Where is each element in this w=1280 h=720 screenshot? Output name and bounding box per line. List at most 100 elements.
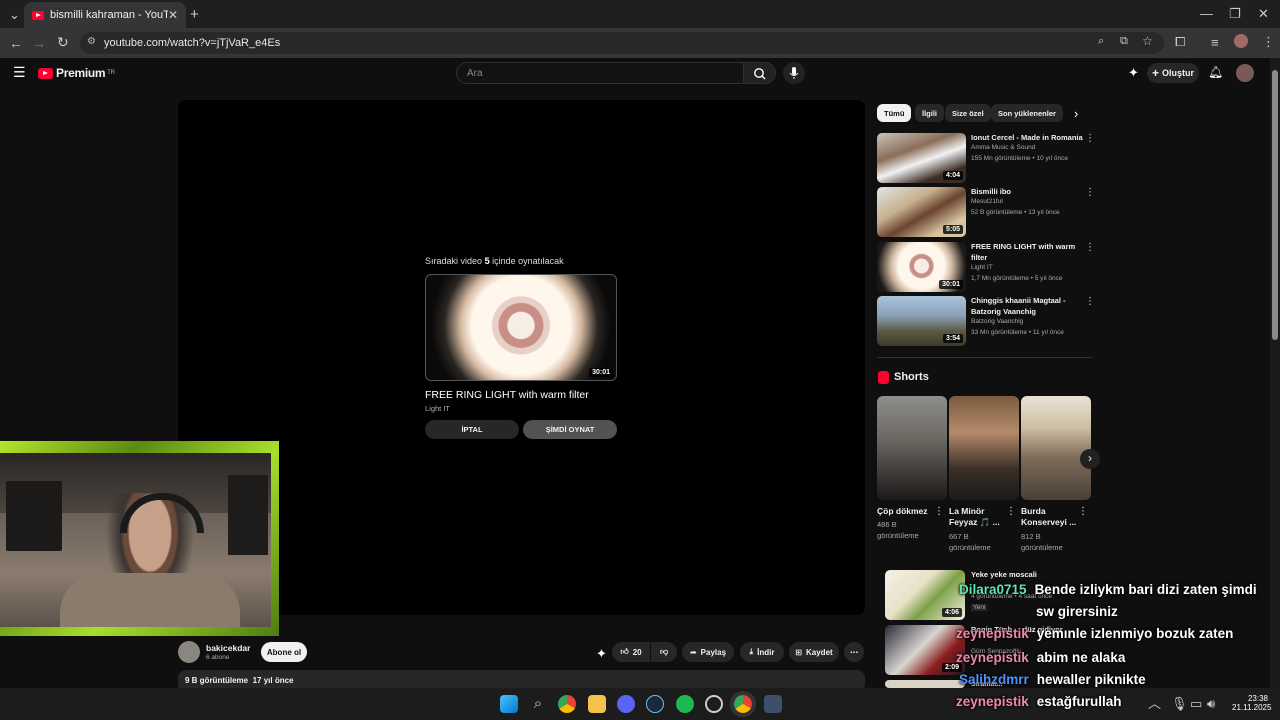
video-title[interactable]: Ionut Cercel - Made in Romania	[971, 133, 1083, 144]
video-title[interactable]: Bismilli ibo	[971, 187, 1083, 198]
create-button[interactable]: + Oluştur	[1147, 63, 1199, 83]
scrollbar-thumb[interactable]	[1272, 70, 1278, 340]
chat-message: zeynepistik yemınle izlenmiyo bozuk zaten	[956, 626, 1233, 641]
short-title[interactable]: Çöp dökmez	[877, 506, 935, 517]
share-button[interactable]: ➦ Paylaş	[682, 642, 734, 662]
app-taskbar-icon[interactable]	[705, 695, 723, 713]
close-window-icon[interactable]: ✕	[1258, 7, 1269, 20]
chip-recently-uploaded[interactable]: Son yüklenenler	[991, 104, 1063, 122]
video-title[interactable]: Yeke yeke moscali	[971, 570, 1083, 581]
video-channel[interactable]: Amma Music & Sound	[971, 144, 1035, 151]
premium-features-icon[interactable]: ✦	[1128, 66, 1139, 79]
video-thumbnail[interactable]: 5:05	[877, 187, 966, 237]
forward-icon[interactable]: →	[32, 36, 46, 50]
download-button[interactable]: ⤓ İndir	[740, 642, 784, 662]
recommendation-item[interactable]: 30:01 FREE RING LIGHT with warm filter L…	[877, 242, 1095, 292]
start-menu-icon[interactable]	[500, 695, 518, 713]
volume-icon[interactable]: 🔊︎	[1207, 697, 1215, 710]
search-button[interactable]	[743, 62, 776, 84]
more-options-icon[interactable]: ⋮	[1085, 133, 1095, 144]
video-title[interactable]: FREE RING LIGHT with warm filter	[971, 242, 1083, 263]
minimize-icon[interactable]: —	[1200, 7, 1213, 20]
network-icon[interactable]: ▭	[1190, 697, 1202, 710]
reload-icon[interactable]: ↻	[57, 35, 69, 49]
restore-icon[interactable]: ❐	[1229, 7, 1241, 20]
video-thumbnail[interactable]: 3:54	[877, 296, 966, 346]
shorts-next-icon[interactable]: ›	[1080, 449, 1100, 469]
short-title[interactable]: La Minör Feyyaz 🎵 ...	[949, 506, 1007, 528]
bookmark-star-icon[interactable]: ☆	[1142, 34, 1153, 48]
back-icon[interactable]: ←	[9, 36, 23, 50]
short-thumbnail[interactable]	[949, 396, 1019, 500]
like-button[interactable]: 👍︎ 20	[612, 642, 650, 662]
discord-icon[interactable]	[617, 695, 635, 713]
url-text: youtube.com/watch?v=jTjVaR_e4Es	[104, 37, 281, 49]
next-video-title[interactable]: FREE RING LIGHT with warm filter	[425, 389, 589, 401]
cancel-autoplay-button[interactable]: İPTAL	[425, 420, 519, 439]
extensions-icon[interactable]: ⧠	[1175, 35, 1185, 48]
subscribe-button[interactable]: Abone ol	[261, 642, 307, 662]
youtube-premium-logo[interactable]: Premium TR	[38, 66, 115, 80]
chevron-right-icon[interactable]: ›	[1074, 107, 1078, 120]
more-options-icon[interactable]: ⋮	[1085, 187, 1095, 198]
more-options-icon[interactable]: ⋮	[1085, 296, 1095, 307]
more-options-icon[interactable]: ⋮	[1006, 506, 1016, 517]
more-options-icon[interactable]: ⋮	[1085, 242, 1095, 253]
recommendation-item[interactable]: 3:54 Chinggis khaanii Magtaal - Batzorig…	[877, 296, 1095, 346]
next-video-thumbnail[interactable]: 30:01	[425, 274, 617, 381]
channel-avatar[interactable]	[178, 641, 200, 663]
video-channel[interactable]: Mesut21ful	[971, 198, 1003, 205]
account-avatar[interactable]	[1236, 64, 1254, 82]
profile-avatar[interactable]	[1234, 34, 1248, 48]
mic-tray-icon[interactable]: 🎙︎	[1171, 697, 1188, 710]
short-title[interactable]: Burda Konserveyi ...	[1021, 506, 1079, 528]
video-channel[interactable]: Batzorig Vaanchig	[971, 318, 1023, 325]
close-tab-icon[interactable]: ✕	[168, 8, 178, 22]
spotify-icon[interactable]	[676, 695, 694, 713]
video-thumbnail[interactable]: 2:09	[885, 625, 965, 675]
voice-search-button[interactable]	[783, 62, 805, 84]
remote-desktop-icon[interactable]	[764, 695, 782, 713]
address-bar[interactable]: ⚙ youtube.com/watch?v=jTjVaR_e4Es ⌕ ⧉ ☆	[80, 32, 1164, 54]
zoom-icon[interactable]: ⌕	[1098, 35, 1104, 48]
save-button[interactable]: ⊞ Kaydet	[789, 642, 839, 662]
more-options-icon[interactable]: ⋮	[1078, 506, 1088, 517]
search-input[interactable]: Ara	[456, 62, 744, 84]
dislike-button[interactable]: 👎︎	[651, 642, 677, 662]
video-thumbnail[interactable]: 4:04	[877, 133, 966, 183]
play-now-button[interactable]: ŞİMDİ OYNAT	[523, 420, 617, 439]
chrome-taskbar-icon[interactable]	[558, 695, 576, 713]
video-channel[interactable]: Light IT	[971, 264, 993, 271]
channel-name[interactable]: bakicekdar	[206, 643, 250, 653]
premium-sparkle-icon[interactable]: ✦	[596, 647, 607, 660]
hamburger-menu-icon[interactable]: ☰	[13, 65, 26, 79]
media-control-icon[interactable]: ≡	[1211, 36, 1219, 49]
new-tab-icon[interactable]: +	[190, 7, 199, 22]
video-title[interactable]: Chinggis khaanii Magtaal - Batzorig Vaan…	[971, 296, 1083, 317]
short-thumbnail[interactable]	[877, 396, 947, 500]
file-explorer-icon[interactable]	[588, 695, 606, 713]
recommendation-item[interactable]: 5:05 Bismilli ibo Mesut21ful 52 B görünt…	[877, 187, 1095, 237]
more-actions-button[interactable]: ⋯	[844, 642, 864, 662]
menu-icon[interactable]: ⋮	[1262, 35, 1275, 48]
chip-for-you[interactable]: Size özel	[945, 104, 991, 122]
cast-icon[interactable]: ⧉	[1120, 35, 1128, 48]
video-thumbnail[interactable]	[885, 680, 965, 688]
chip-related[interactable]: İlgili	[915, 104, 944, 122]
video-thumbnail[interactable]: 4:06	[885, 570, 965, 620]
recommendation-item[interactable]: 4:04 Ionut Cercel - Made in Romania Amma…	[877, 133, 1095, 183]
video-thumbnail[interactable]: 30:01	[877, 242, 966, 292]
site-info-icon[interactable]: ⚙	[87, 36, 96, 47]
notifications-bell-icon[interactable]: 🔔︎	[1208, 66, 1223, 78]
short-thumbnail[interactable]	[1021, 396, 1091, 500]
steam-icon[interactable]	[646, 695, 664, 713]
clock[interactable]: 23:38 21.11.2025	[1232, 694, 1271, 712]
chip-all[interactable]: Tümü	[877, 104, 912, 122]
browser-tab[interactable]: bismilli kahraman - YouTube ✕	[24, 2, 186, 28]
taskbar-search-icon[interactable]: ⌕	[529, 695, 547, 713]
tray-overflow-icon[interactable]: ︿	[1148, 697, 1161, 710]
page-scrollbar[interactable]	[1270, 58, 1280, 688]
chrome-active-taskbar-icon[interactable]	[730, 691, 756, 717]
tab-search-icon[interactable]: ⌄	[9, 8, 20, 21]
more-options-icon[interactable]: ⋮	[934, 506, 944, 517]
